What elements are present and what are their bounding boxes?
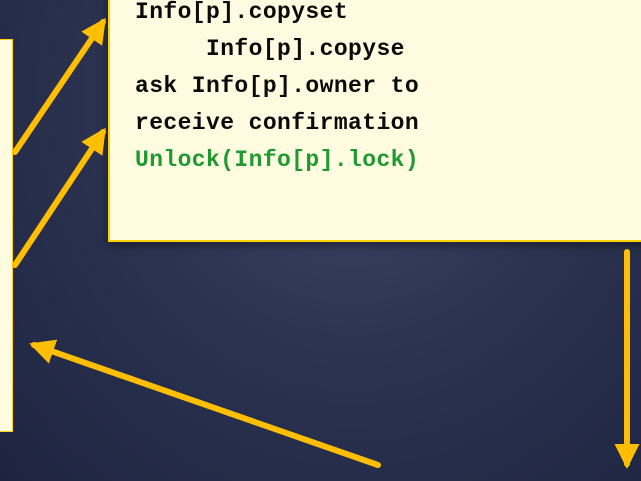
arrow-left-to-code-line-2 bbox=[12, 127, 106, 268]
arrow-left-to-code-line-1 bbox=[12, 17, 106, 155]
arrow-bottom-to-left-box bbox=[29, 339, 381, 468]
arrows-layer bbox=[12, 17, 640, 470]
slide-canvas: Info[p].copyset Info[p].copyse ask Info[… bbox=[0, 0, 641, 481]
